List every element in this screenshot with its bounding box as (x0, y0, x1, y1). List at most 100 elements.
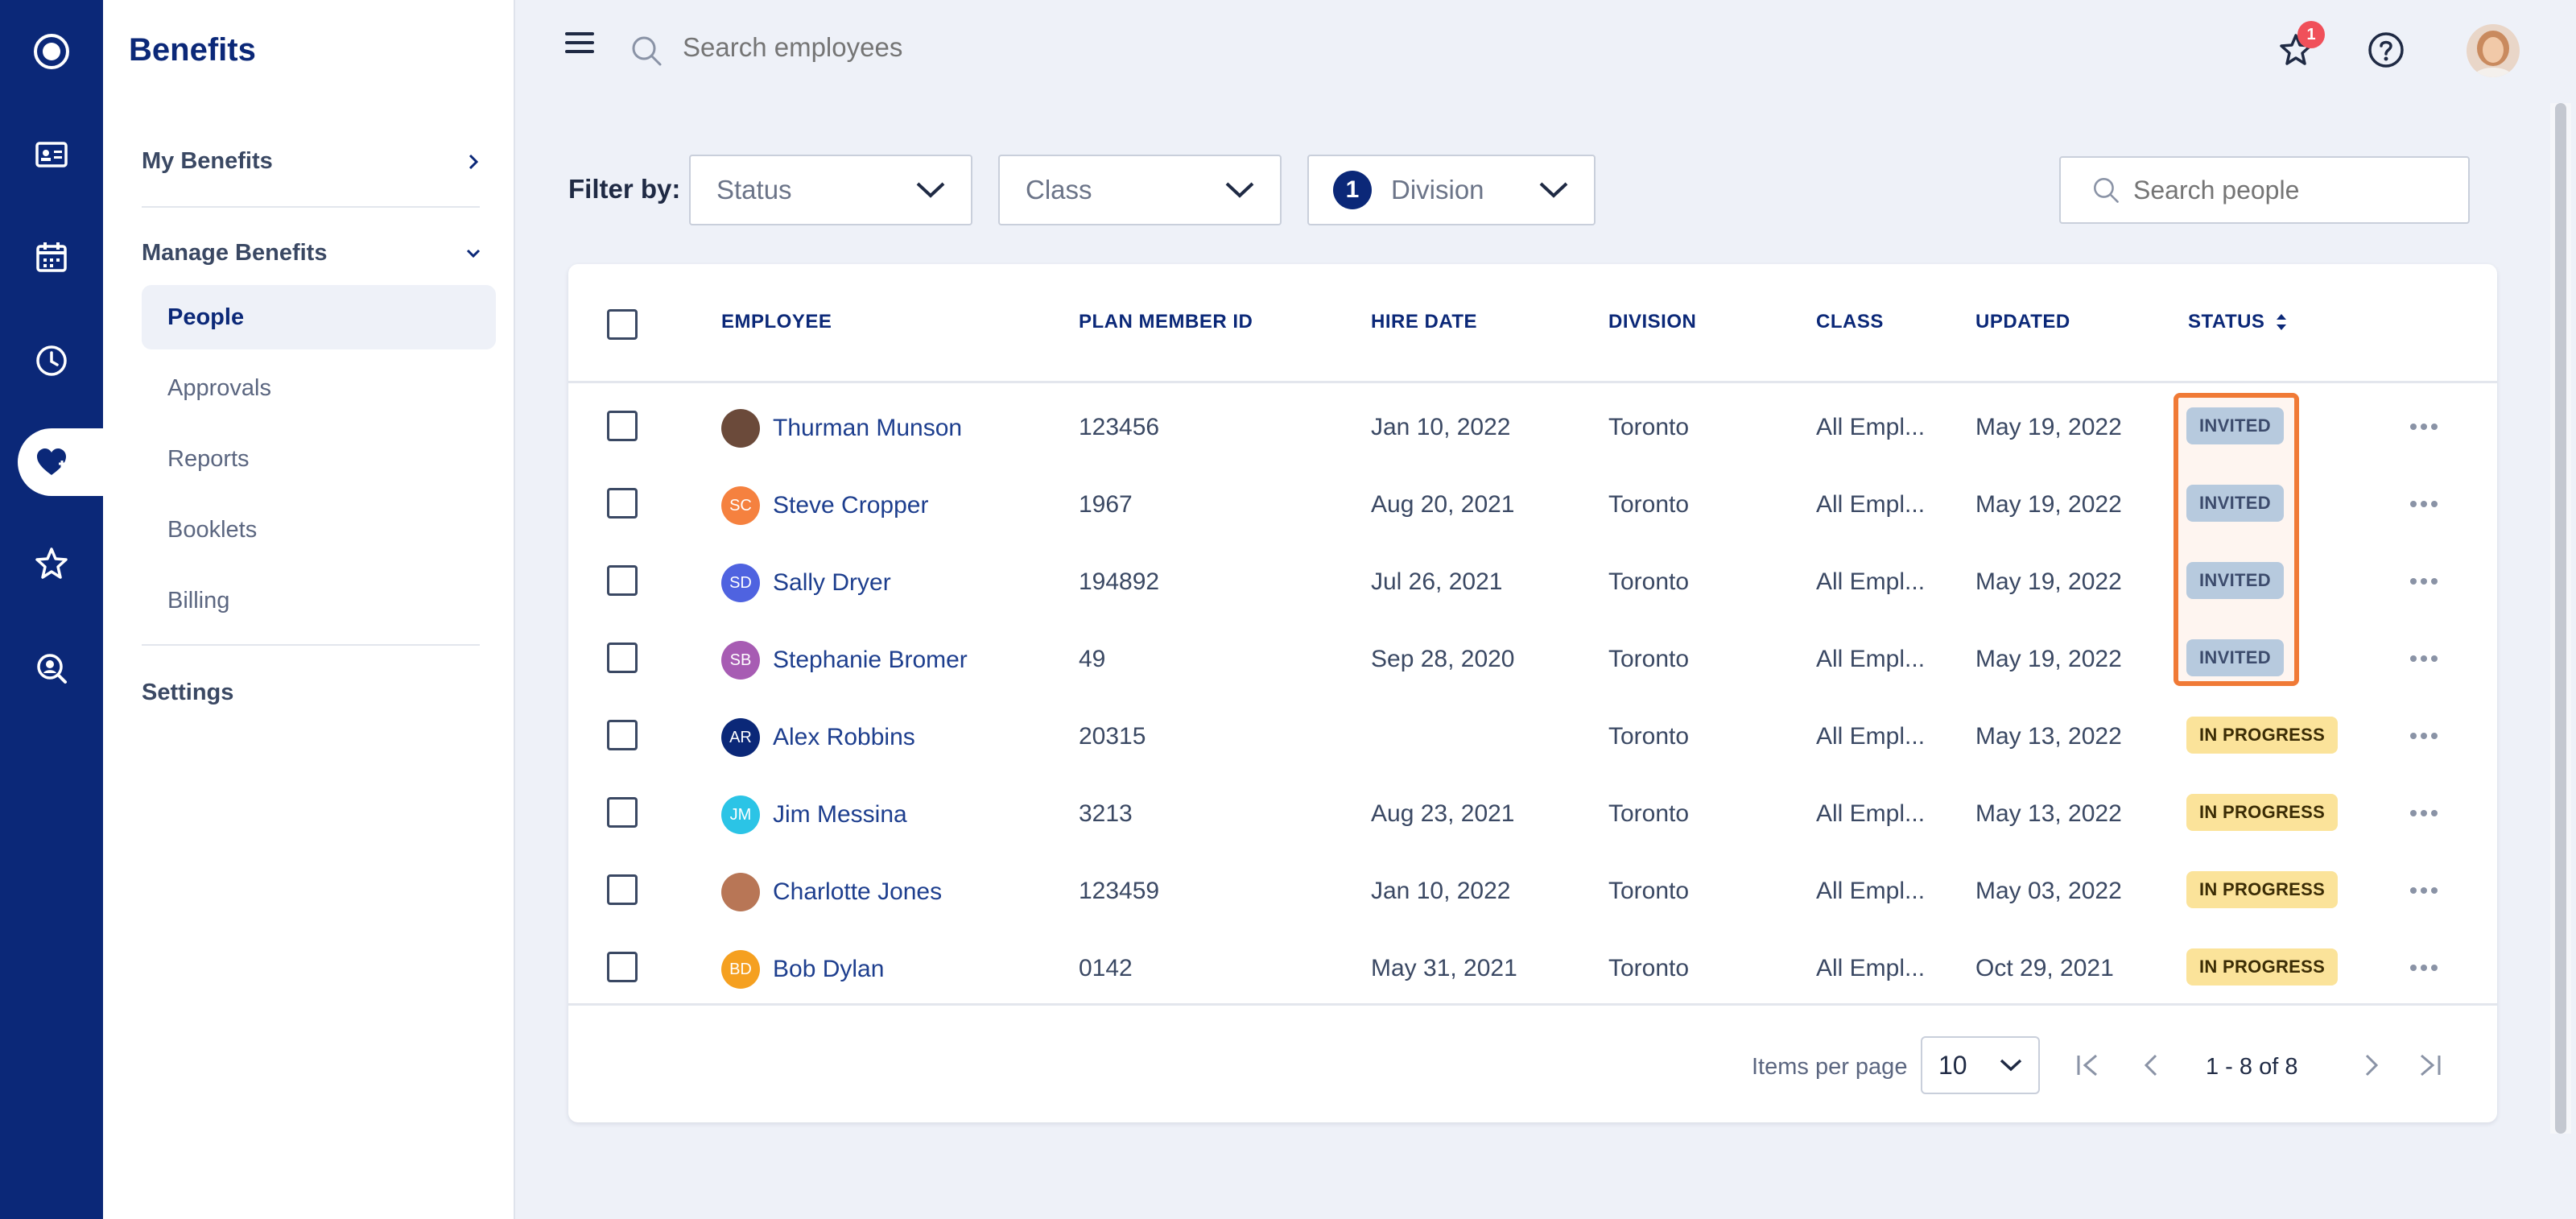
updated-cell: May 13, 2022 (1975, 723, 2122, 750)
header-class[interactable]: CLASS (1816, 311, 1884, 333)
employee-name-link[interactable]: Jim Messina (773, 801, 907, 829)
class-filter-label: Class (1026, 175, 1092, 205)
header-plan-member-id[interactable]: PLAN MEMBER ID (1079, 311, 1253, 333)
table-row[interactable]: Charlotte Jones 123459 Jan 10, 2022 Toronto… (568, 853, 2497, 931)
row-checkbox[interactable] (607, 797, 638, 828)
header-employee[interactable]: EMPLOYEE (721, 311, 832, 333)
row-checkbox[interactable] (607, 643, 638, 673)
sidebar-item-people[interactable]: People (142, 285, 496, 349)
hire-date-cell: Jan 10, 2022 (1371, 878, 1511, 904)
division-cell: Toronto (1608, 955, 1690, 981)
help-button[interactable] (2363, 27, 2409, 72)
sidebar-item-approvals[interactable]: Approvals (142, 356, 496, 420)
page-scrollbar[interactable] (2550, 103, 2571, 1134)
employee-name-link[interactable]: Sally Dryer (773, 569, 891, 597)
plan-member-id-cell: 0142 (1079, 955, 1133, 981)
status-badge: IN PROGRESS (2186, 871, 2339, 908)
favorites-button[interactable]: 1 (2273, 21, 2325, 72)
more-options-icon[interactable] (2410, 733, 2438, 739)
sidebar-item-reports[interactable]: Reports (142, 427, 496, 491)
sidebar-item-billing[interactable]: Billing (142, 568, 496, 633)
employee-cell: JM Jim Messina (721, 795, 907, 834)
last-page-button[interactable] (2412, 1048, 2447, 1083)
calendar-icon[interactable] (19, 225, 84, 290)
header-status[interactable]: STATUS (2188, 311, 2289, 333)
sidebar-item-booklets[interactable]: Booklets (142, 498, 496, 562)
chevron-down-icon (916, 182, 945, 198)
class-filter-dropdown[interactable]: Class (998, 155, 1282, 225)
more-options-icon[interactable] (2410, 887, 2438, 894)
row-checkbox[interactable] (607, 720, 638, 750)
sidebar: Benefits My Benefits Manage Benefits Peo… (103, 0, 515, 1219)
star-icon[interactable] (19, 531, 84, 596)
more-options-icon[interactable] (2410, 578, 2438, 585)
my-benefits-section[interactable]: My Benefits (142, 148, 483, 175)
header-hire-date[interactable]: HIRE DATE (1371, 311, 1477, 333)
items-per-page-select[interactable]: 10 (1921, 1036, 2040, 1094)
header-division[interactable]: DIVISION (1608, 311, 1696, 333)
table-row[interactable]: BD Bob Dylan 0142 May 31, 2021 Toronto All Em… (568, 931, 2497, 1008)
more-options-icon[interactable] (2410, 965, 2438, 971)
row-checkbox[interactable] (607, 411, 638, 441)
first-page-button[interactable] (2070, 1048, 2106, 1083)
row-checkbox[interactable] (607, 488, 638, 519)
employee-avatar (721, 409, 760, 448)
division-filter-dropdown[interactable]: 1 Division (1307, 155, 1596, 225)
sidebar-item-label: Booklets (167, 516, 258, 543)
previous-page-button[interactable] (2133, 1048, 2169, 1083)
invited-status-highlight (2174, 393, 2299, 686)
header-updated[interactable]: UPDATED (1975, 311, 2070, 333)
status-filter-dropdown[interactable]: Status (689, 155, 972, 225)
search-person-icon[interactable] (19, 636, 84, 700)
my-benefits-label: My Benefits (142, 148, 273, 174)
table-row[interactable]: JM Jim Messina 3213 Aug 23, 2021 Toronto All … (568, 776, 2497, 853)
class-cell: All Empl... (1816, 800, 1926, 827)
more-options-icon[interactable] (2410, 501, 2438, 507)
employee-name-link[interactable]: Steve Cropper (773, 492, 928, 519)
employee-cell: SD Sally Dryer (721, 564, 891, 602)
next-page-button[interactable] (2354, 1048, 2389, 1083)
sidebar-item-label: Approvals (167, 374, 271, 401)
people-search-field[interactable] (2059, 156, 2470, 224)
sidebar-item-label: Reports (167, 445, 250, 472)
sidebar-title: Benefits (129, 32, 256, 68)
benefits-heart-icon[interactable] (19, 430, 84, 494)
menu-icon[interactable] (565, 32, 594, 56)
employee-avatar (721, 873, 760, 911)
class-cell: All Empl... (1816, 568, 1926, 595)
row-checkbox[interactable] (607, 565, 638, 596)
employee-name-link[interactable]: Stephanie Bromer (773, 647, 968, 674)
select-all-checkbox[interactable] (607, 309, 638, 340)
help-icon (2368, 32, 2404, 68)
scrollbar-thumb[interactable] (2555, 103, 2566, 1134)
class-cell: All Empl... (1816, 955, 1926, 981)
employee-name-link[interactable]: Thurman Munson (773, 415, 962, 442)
clock-icon[interactable] (19, 329, 84, 393)
row-checkbox[interactable] (607, 952, 638, 982)
employee-cell: SC Steve Cropper (721, 486, 928, 525)
more-options-icon[interactable] (2410, 655, 2438, 662)
people-search-input[interactable] (2133, 175, 2439, 205)
settings-section[interactable]: Settings (142, 680, 483, 706)
updated-cell: May 19, 2022 (1975, 414, 2122, 440)
employee-name-link[interactable]: Alex Robbins (773, 724, 915, 751)
user-avatar[interactable] (2467, 24, 2520, 77)
employee-cell: Charlotte Jones (721, 873, 942, 911)
employee-name-link[interactable]: Charlotte Jones (773, 878, 942, 906)
division-cell: Toronto (1608, 646, 1690, 672)
chevron-down-icon (2000, 1059, 2022, 1072)
employee-name-link[interactable]: Bob Dylan (773, 956, 884, 983)
last-page-icon (2421, 1054, 2441, 1076)
id-card-icon[interactable] (19, 122, 84, 187)
hire-date-cell: Aug 23, 2021 (1371, 800, 1515, 827)
updated-cell: May 13, 2022 (1975, 800, 2122, 827)
table-row[interactable]: AR Alex Robbins 20315 Toronto All Empl... May… (568, 699, 2497, 776)
plan-member-id-cell: 123456 (1079, 414, 1160, 440)
manage-benefits-section[interactable]: Manage Benefits (142, 240, 483, 267)
more-options-icon[interactable] (2410, 810, 2438, 816)
employee-search-input[interactable] (683, 32, 1166, 63)
row-checkbox[interactable] (607, 874, 638, 905)
search-icon (632, 36, 662, 66)
logo-icon[interactable] (19, 19, 84, 84)
more-options-icon[interactable] (2410, 424, 2438, 430)
